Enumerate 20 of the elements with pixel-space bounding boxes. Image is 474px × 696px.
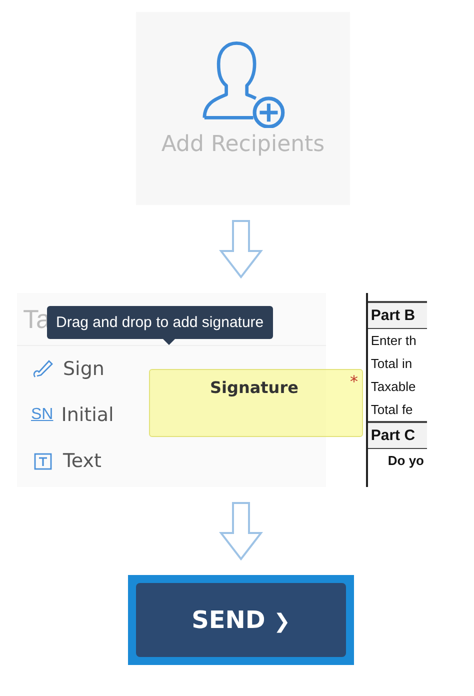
signature-field[interactable]: Signature *	[149, 369, 363, 437]
down-arrow-icon	[219, 219, 263, 279]
down-arrow-icon	[219, 501, 263, 561]
tool-item[interactable]: SN Initial	[17, 392, 128, 438]
tooltip: Drag and drop to add signature	[47, 306, 273, 339]
document-text: Total fe	[370, 401, 414, 419]
tool-item[interactable]: Sign	[17, 346, 118, 392]
required-mark: *	[350, 372, 358, 391]
document-text: Do yo	[386, 452, 425, 470]
section-heading: Part C	[368, 421, 427, 449]
document-text: Taxable	[370, 378, 417, 396]
tooltip-pointer	[163, 339, 175, 345]
tool-item[interactable]: Text	[17, 438, 116, 484]
initials-icon: SN	[31, 406, 54, 424]
document-text: Total in	[370, 355, 414, 373]
document-text: Enter th	[370, 332, 418, 350]
section-heading: Part B	[368, 301, 427, 329]
field-label: Signature	[210, 378, 298, 397]
send-button[interactable]: SEND ❯	[136, 583, 346, 657]
card-label: Add Recipients	[161, 132, 325, 157]
